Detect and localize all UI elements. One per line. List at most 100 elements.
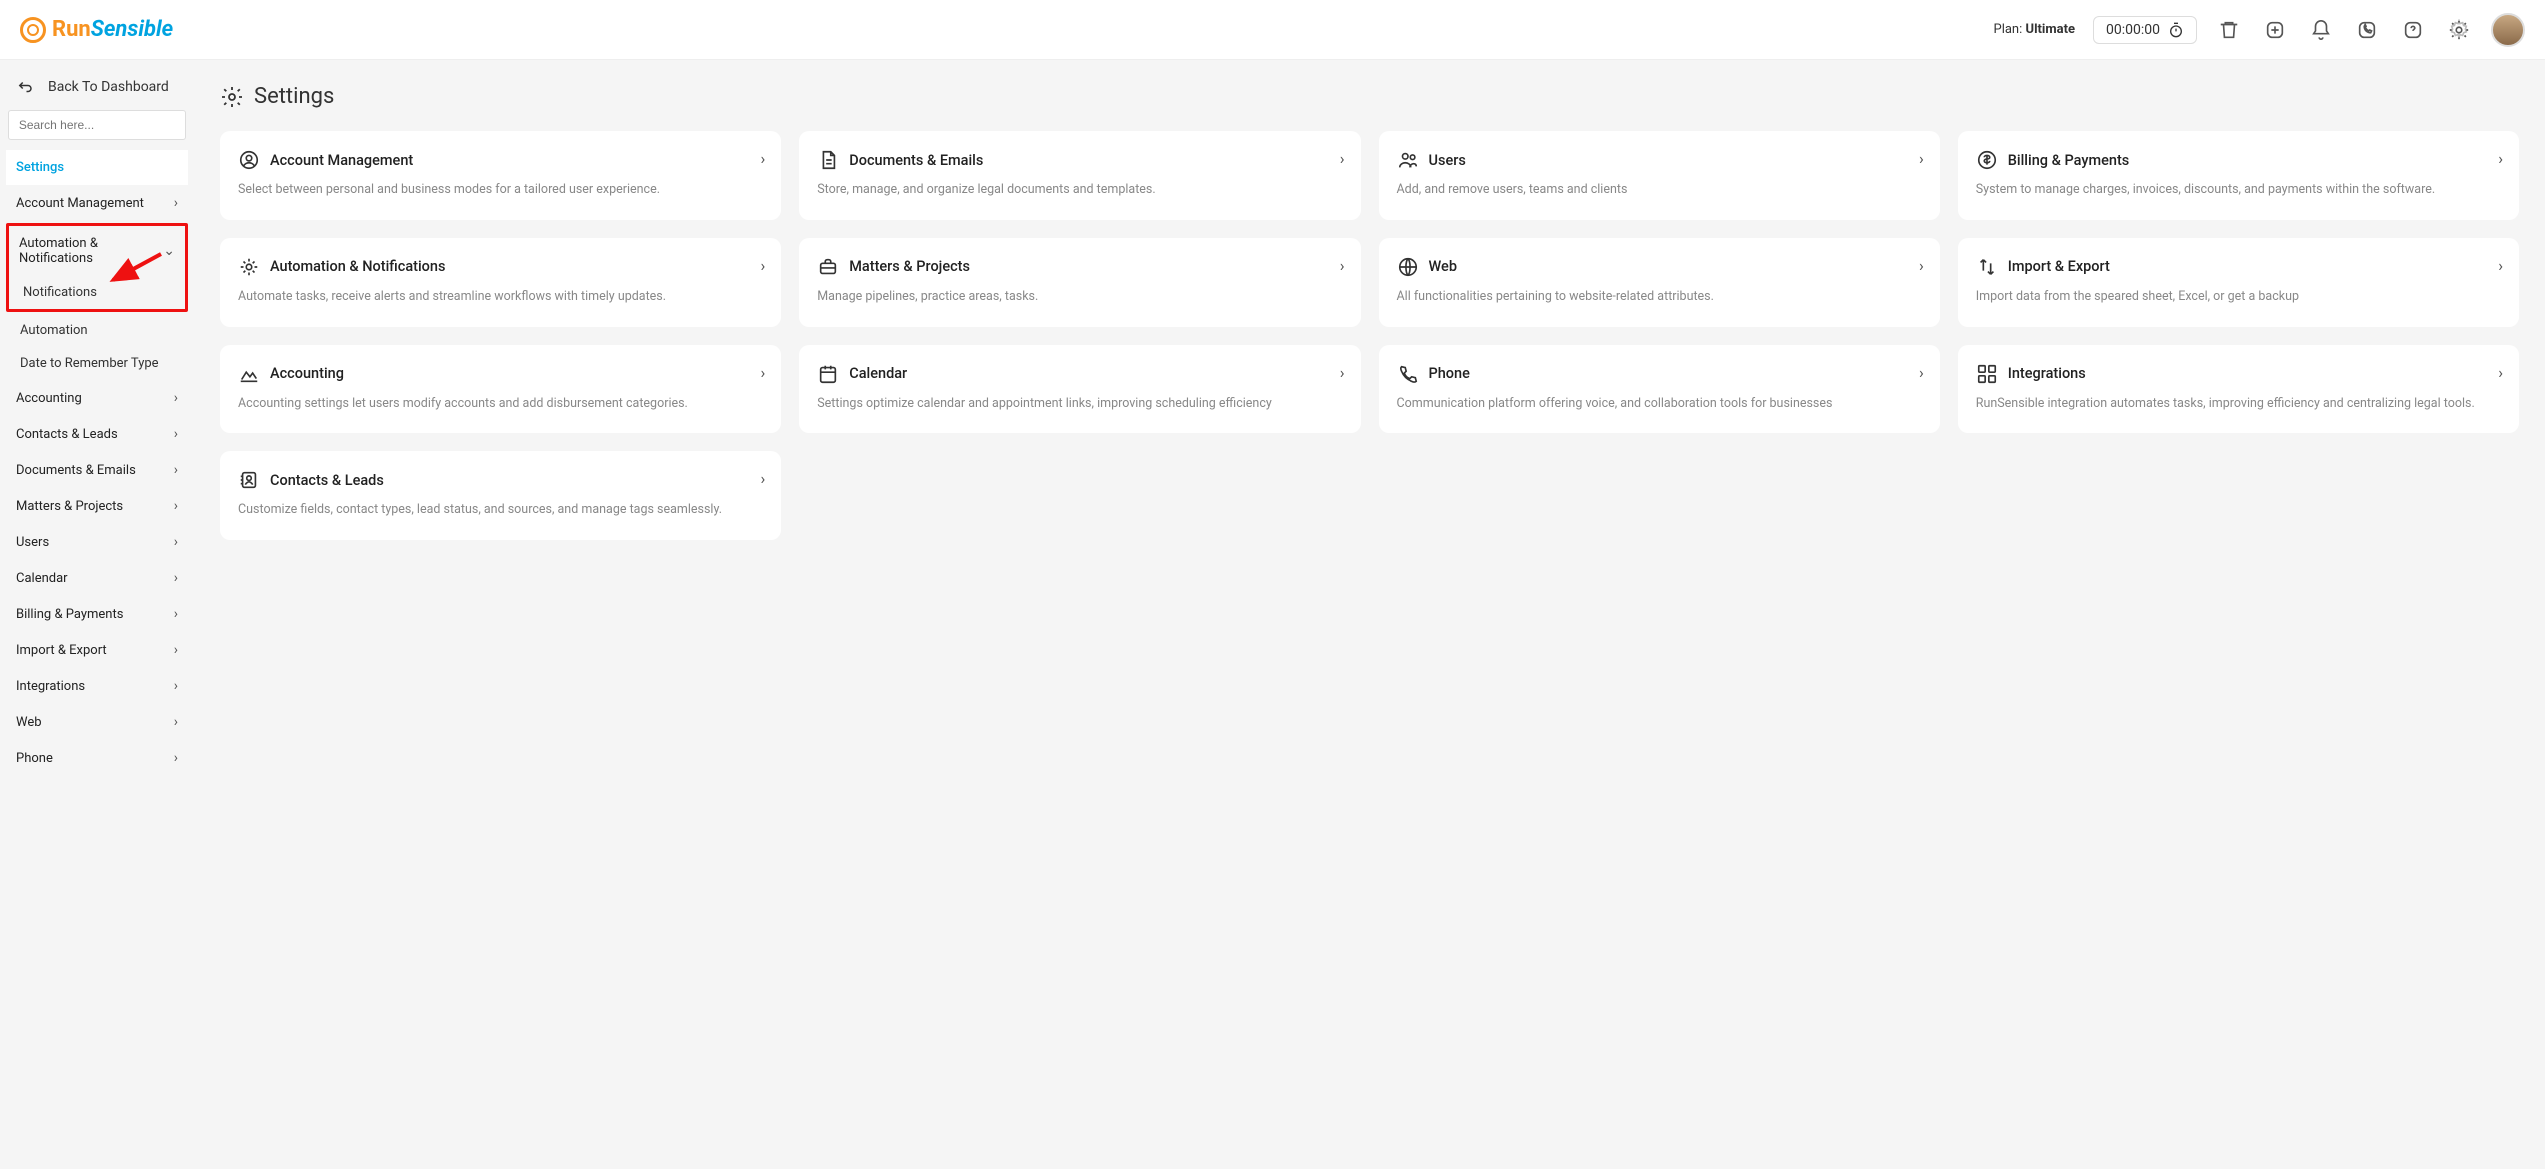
- globe-icon: [1397, 256, 1419, 278]
- chevron-right-icon: ›: [174, 570, 178, 586]
- plan-name: Ultimate: [2026, 22, 2076, 37]
- logo[interactable]: RunSensible: [20, 17, 173, 43]
- sidebar-label: Automation: [20, 323, 88, 338]
- annotation-highlight: Automation & Notifications ⌄ Notificatio…: [6, 223, 188, 312]
- sidebar-item-phone[interactable]: Phone ›: [6, 740, 188, 776]
- chevron-right-icon: ›: [174, 534, 178, 550]
- users-icon: [1397, 149, 1419, 171]
- card-billing-payments[interactable]: Billing & Payments System to manage char…: [1958, 131, 2519, 220]
- sidebar-sub-automation[interactable]: Automation: [6, 314, 188, 347]
- card-phone[interactable]: Phone Communication platform offering vo…: [1379, 345, 1940, 434]
- sidebar-label: Account Management: [16, 196, 144, 211]
- sidebar-item-calendar[interactable]: Calendar ›: [6, 560, 188, 596]
- chevron-right-icon: ›: [2498, 149, 2503, 168]
- card-import-export[interactable]: Import & Export Import data from the spe…: [1958, 238, 2519, 327]
- chevron-right-icon: ›: [1919, 363, 1924, 382]
- sidebar-label: Users: [16, 535, 49, 550]
- chevron-right-icon: ›: [174, 750, 178, 766]
- sidebar-item-users[interactable]: Users ›: [6, 524, 188, 560]
- chevron-right-icon: ›: [174, 678, 178, 694]
- card-desc: Store, manage, and organize legal docume…: [817, 181, 1342, 200]
- integrations-icon: [1976, 363, 1998, 385]
- sidebar-item-contacts-leads[interactable]: Contacts & Leads›: [6, 416, 188, 452]
- sidebar-label: Phone: [16, 751, 53, 766]
- sidebar-label: Calendar: [16, 571, 68, 586]
- chevron-right-icon: ›: [1919, 149, 1924, 168]
- gear-icon: [220, 85, 244, 109]
- main-content: Settings Account Management Select betwe…: [194, 60, 2545, 1169]
- sidebar-item-account-management[interactable]: Account Management ›: [6, 185, 188, 221]
- card-desc: Settings optimize calendar and appointme…: [817, 395, 1342, 414]
- automation-icon: [238, 256, 260, 278]
- card-accounting[interactable]: Accounting Accounting settings let users…: [220, 345, 781, 434]
- chevron-right-icon: ›: [760, 149, 765, 168]
- card-desc: All functionalities pertaining to websit…: [1397, 288, 1922, 307]
- search-input[interactable]: [8, 110, 186, 140]
- sidebar-label: Billing & Payments: [16, 607, 123, 622]
- chevron-right-icon: ›: [2498, 256, 2503, 275]
- sidebar-sub-notifications[interactable]: Notifications: [9, 276, 185, 309]
- chevron-down-icon: ⌄: [163, 243, 175, 259]
- chevron-right-icon: ›: [174, 606, 178, 622]
- add-time-icon[interactable]: [2261, 16, 2289, 44]
- back-to-dashboard[interactable]: Back To Dashboard: [6, 70, 188, 110]
- back-arrow-icon: [16, 78, 34, 96]
- sidebar-item-import-export[interactable]: Import & Export›: [6, 632, 188, 668]
- timer-widget[interactable]: 00:00:00: [2093, 16, 2197, 44]
- logo-text-run: Run: [52, 17, 91, 42]
- card-integrations[interactable]: Integrations RunSensible integration aut…: [1958, 345, 2519, 434]
- logo-text-sensible: Sensible: [91, 17, 173, 42]
- chevron-right-icon: ›: [1340, 363, 1345, 382]
- chevron-right-icon: ›: [2498, 363, 2503, 382]
- card-title: Contacts & Leads: [270, 472, 384, 489]
- gear-icon[interactable]: [2445, 16, 2473, 44]
- card-web[interactable]: Web All functionalities pertaining to we…: [1379, 238, 1940, 327]
- card-desc: System to manage charges, invoices, disc…: [1976, 181, 2501, 200]
- chevron-right-icon: ›: [760, 469, 765, 488]
- import-export-icon: [1976, 256, 1998, 278]
- phone-header-icon[interactable]: [2353, 16, 2381, 44]
- sidebar-sub-date-remember[interactable]: Date to Remember Type: [6, 347, 188, 380]
- card-desc: Add, and remove users, teams and clients: [1397, 181, 1922, 200]
- card-calendar[interactable]: Calendar Settings optimize calendar and …: [799, 345, 1360, 434]
- sidebar-label: Notifications: [23, 285, 97, 300]
- card-title: Import & Export: [2008, 258, 2110, 275]
- sidebar-item-matters-projects[interactable]: Matters & Projects›: [6, 488, 188, 524]
- card-title: Accounting: [270, 365, 344, 382]
- card-title: Integrations: [2008, 365, 2086, 382]
- card-matters-projects[interactable]: Matters & Projects Manage pipelines, pra…: [799, 238, 1360, 327]
- bell-icon[interactable]: [2307, 16, 2335, 44]
- sidebar-item-billing-payments[interactable]: Billing & Payments ›: [6, 596, 188, 632]
- dollar-icon: [1976, 149, 1998, 171]
- card-automation-notifications[interactable]: Automation & Notifications Automate task…: [220, 238, 781, 327]
- sidebar-label: Matters & Projects: [16, 499, 123, 514]
- sidebar-item-documents-emails[interactable]: Documents & Emails›: [6, 452, 188, 488]
- card-desc: Select between personal and business mod…: [238, 181, 763, 200]
- card-users[interactable]: Users Add, and remove users, teams and c…: [1379, 131, 1940, 220]
- card-title: Web: [1429, 258, 1457, 275]
- header-right: Plan: Ultimate 00:00:00: [1994, 13, 2526, 47]
- chevron-right-icon: ›: [174, 426, 178, 442]
- calendar-icon: [817, 363, 839, 385]
- card-documents-emails[interactable]: Documents & Emails Store, manage, and or…: [799, 131, 1360, 220]
- card-desc: RunSensible integration automates tasks,…: [1976, 395, 2501, 414]
- sidebar-item-web[interactable]: Web›: [6, 704, 188, 740]
- sidebar-item-integrations[interactable]: Integrations›: [6, 668, 188, 704]
- trash-icon[interactable]: [2215, 16, 2243, 44]
- sidebar-label: Settings: [16, 160, 64, 175]
- sidebar-item-accounting[interactable]: Accounting›: [6, 380, 188, 416]
- card-account-management[interactable]: Account Management Select between person…: [220, 131, 781, 220]
- page-title-row: Settings: [220, 84, 2519, 109]
- chevron-right-icon: ›: [174, 642, 178, 658]
- chevron-right-icon: ›: [1340, 149, 1345, 168]
- chevron-right-icon: ›: [174, 714, 178, 730]
- help-icon[interactable]: [2399, 16, 2427, 44]
- logo-icon: [20, 17, 46, 43]
- sidebar-item-settings[interactable]: Settings: [6, 150, 188, 185]
- plan-prefix: Plan:: [1994, 22, 2026, 37]
- card-contacts-leads[interactable]: Contacts & Leads Customize fields, conta…: [220, 451, 781, 540]
- card-title: Documents & Emails: [849, 152, 983, 169]
- avatar[interactable]: [2491, 13, 2525, 47]
- sidebar-label: Documents & Emails: [16, 463, 136, 478]
- sidebar-item-automation-notifications[interactable]: Automation & Notifications ⌄: [9, 226, 185, 276]
